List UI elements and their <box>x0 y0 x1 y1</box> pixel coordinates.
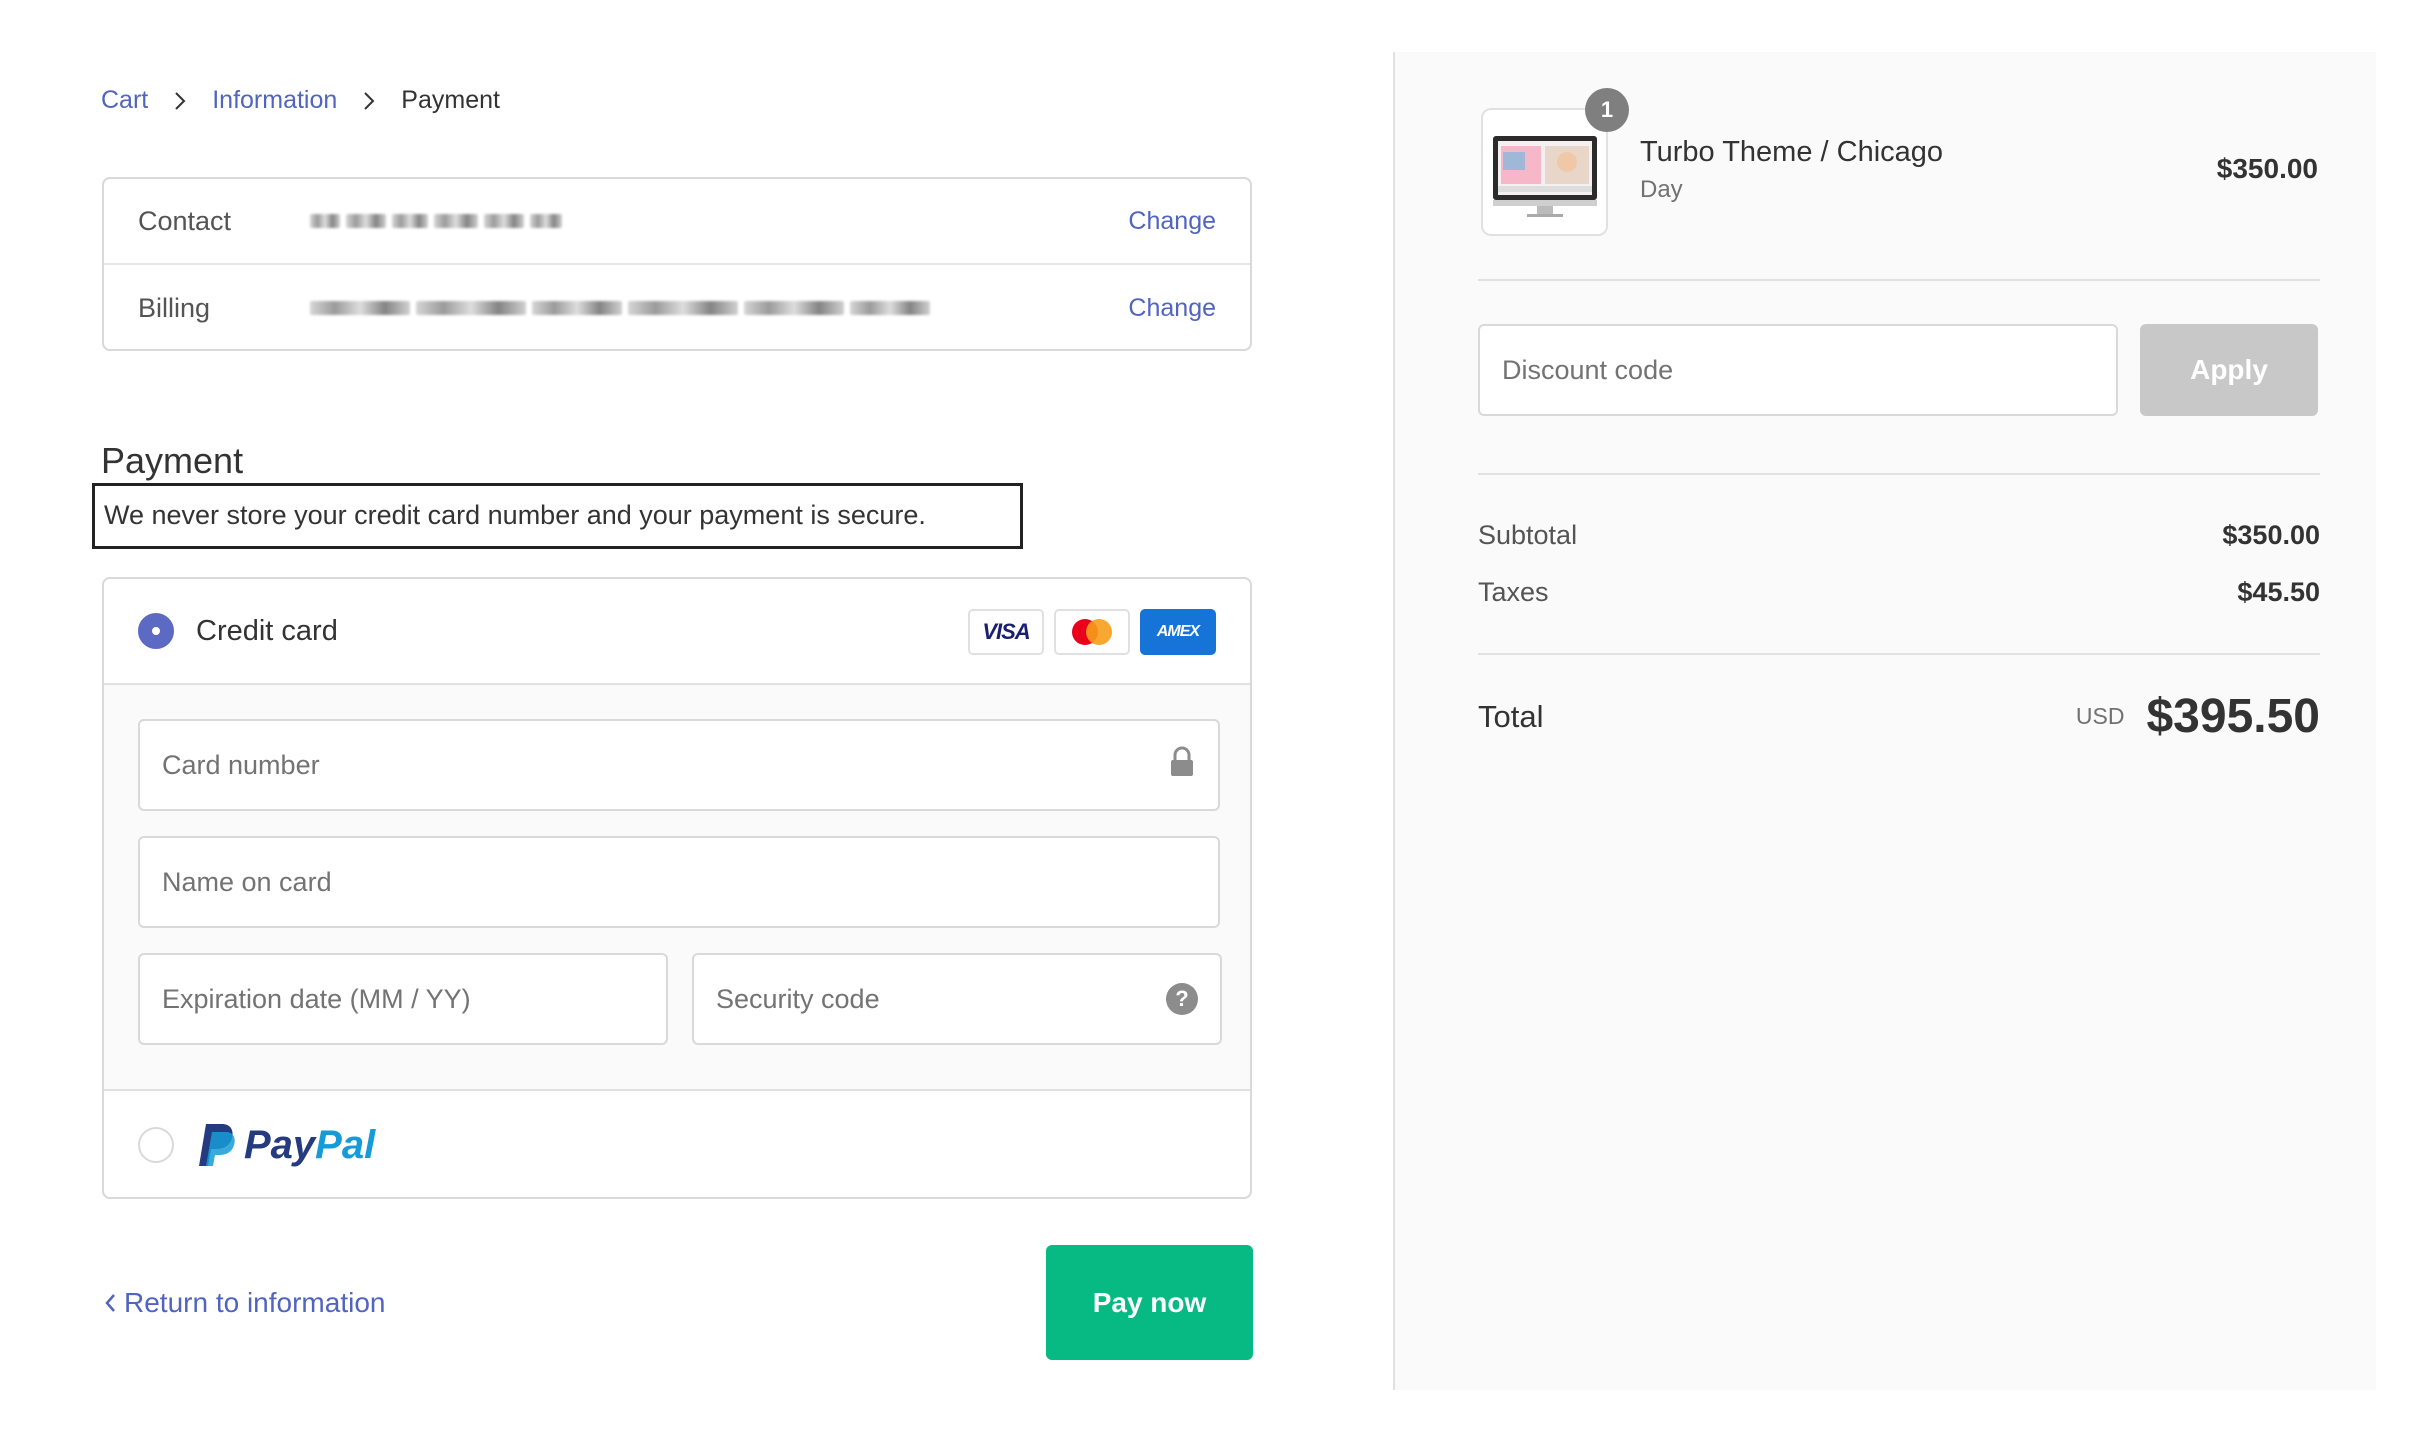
help-icon[interactable]: ? <box>1166 983 1198 1015</box>
visa-icon: VISA <box>968 609 1044 655</box>
change-contact-link[interactable]: Change <box>1128 207 1216 236</box>
order-summary: 1 Turbo Theme / Chicago Day $350.00 Disc… <box>1393 52 2376 1390</box>
paypal-mark-icon <box>199 1124 235 1166</box>
breadcrumb-cart-link[interactable]: Cart <box>101 86 148 115</box>
product-thumbnail <box>1481 108 1608 236</box>
breadcrumb: Cart Information Payment <box>101 86 500 115</box>
paypal-logo: PayPal <box>196 1122 375 1168</box>
subtotal-amount: $350.00 <box>2222 520 2320 550</box>
total-label: Total <box>1478 698 1544 734</box>
chevron-right-icon <box>359 91 379 111</box>
monitor-image-icon <box>1492 136 1597 217</box>
payment-methods: Credit card VISA AMEX Card number Name o… <box>102 577 1252 1199</box>
security-code-placeholder: Security code <box>716 983 880 1014</box>
discount-placeholder: Discount code <box>1502 354 1674 385</box>
product-name: Turbo Theme / Chicago <box>1640 136 1944 168</box>
subtotal-row: Subtotal $350.00 <box>1478 520 2320 551</box>
total-amount-group: USD $395.50 <box>2076 689 2320 744</box>
subtotal-label: Subtotal <box>1478 520 1578 550</box>
paypal-option[interactable]: PayPal <box>104 1091 1250 1197</box>
total-row: Total USD $395.50 <box>1478 689 2320 744</box>
return-to-information-link[interactable]: Return to information <box>104 1287 385 1319</box>
checkout-main: Cart Information Payment Contact Change … <box>0 0 1395 1432</box>
total-amount: $395.50 <box>2146 690 2320 743</box>
chevron-right-icon <box>170 91 190 111</box>
card-number-placeholder: Card number <box>162 749 320 780</box>
mastercard-icon <box>1054 609 1130 655</box>
lock-icon <box>1168 746 1196 785</box>
currency-code: USD <box>2075 703 2125 729</box>
taxes-amount: $45.50 <box>2237 577 2320 607</box>
card-number-field[interactable]: Card number <box>138 719 1220 811</box>
change-billing-link[interactable]: Change <box>1128 294 1216 323</box>
credit-card-radio[interactable] <box>138 613 174 649</box>
return-label: Return to information <box>124 1287 386 1318</box>
discount-code-input[interactable]: Discount code <box>1478 324 2118 416</box>
apply-discount-button[interactable]: Apply <box>2140 324 2318 416</box>
card-logos: VISA AMEX <box>968 609 1216 655</box>
billing-row: Billing Change <box>104 265 1250 351</box>
billing-value-redacted <box>310 293 1128 323</box>
name-on-card-placeholder: Name on card <box>162 866 332 897</box>
credit-card-fields: Card number Name on card Expiration date… <box>104 685 1250 1091</box>
product-variant: Day <box>1640 176 1683 203</box>
taxes-row: Taxes $45.50 <box>1478 577 2320 608</box>
amex-icon: AMEX <box>1140 609 1216 655</box>
security-code-field[interactable]: Security code ? <box>692 953 1222 1045</box>
credit-card-label: Credit card <box>196 614 338 647</box>
review-box: Contact Change Billing Change <box>102 177 1252 351</box>
expiration-date-field[interactable]: Expiration date (MM / YY) <box>138 953 668 1045</box>
credit-card-option[interactable]: Credit card VISA AMEX <box>104 579 1250 685</box>
contact-row: Contact Change <box>104 179 1250 265</box>
billing-label: Billing <box>138 292 211 323</box>
paypal-radio[interactable] <box>138 1127 174 1163</box>
divider <box>1478 473 2320 475</box>
pay-now-button[interactable]: Pay now <box>1046 1245 1253 1360</box>
chevron-left-icon <box>105 1294 115 1312</box>
divider <box>1478 279 2320 281</box>
payment-title: Payment <box>101 440 244 481</box>
contact-label: Contact <box>138 205 232 236</box>
quantity-badge: 1 <box>1585 88 1629 132</box>
breadcrumb-payment: Payment <box>401 86 500 114</box>
secure-note: We never store your credit card number a… <box>92 483 1023 549</box>
contact-value-redacted <box>310 206 1128 236</box>
name-on-card-field[interactable]: Name on card <box>138 836 1220 928</box>
taxes-label: Taxes <box>1478 577 1549 607</box>
divider <box>1478 653 2320 655</box>
expiration-date-placeholder: Expiration date (MM / YY) <box>162 983 471 1014</box>
product-price: $350.00 <box>2216 153 2318 184</box>
breadcrumb-information-link[interactable]: Information <box>212 86 337 115</box>
